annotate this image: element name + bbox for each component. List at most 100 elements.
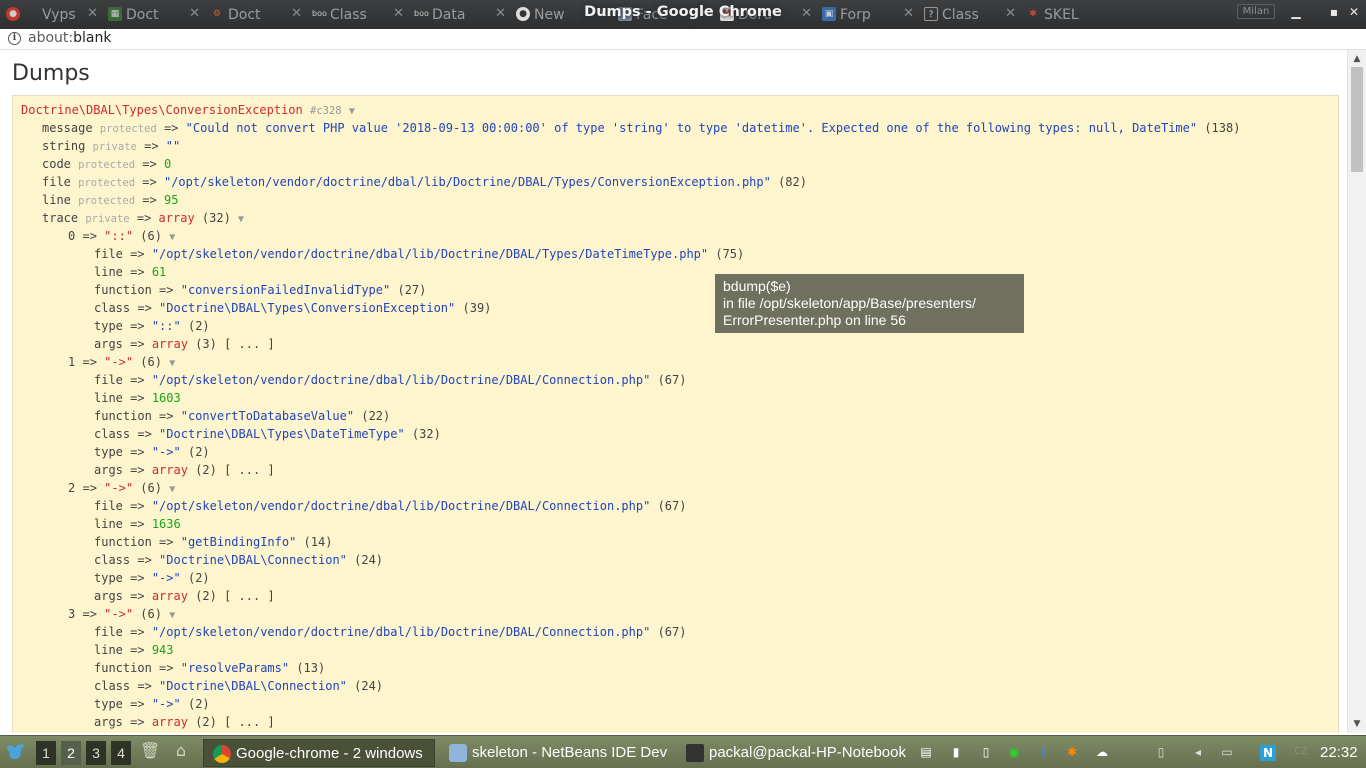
browser-tab[interactable]: boo Data ✕	[410, 0, 512, 29]
bluetooth-icon[interactable]: ᛒ	[1036, 744, 1052, 760]
scroll-thumb[interactable]	[1351, 67, 1363, 172]
trace-item-header[interactable]: 1 => "->" (6) ▼	[68, 353, 175, 371]
taskbar-terminal[interactable]: packal@packal-HP-Notebook	[677, 739, 909, 767]
workspace-3[interactable]: 3	[86, 741, 106, 765]
browser-tab[interactable]: boo Class ✕	[308, 0, 410, 29]
tab-label: Data	[432, 6, 466, 23]
trace-item-header[interactable]: 2 => "->" (6) ▼	[68, 479, 175, 497]
menu-bird-icon[interactable]	[4, 740, 28, 766]
tooltip-line: bdump($e)	[723, 278, 791, 294]
trace-args[interactable]: args => array (2) [ ... ]	[94, 461, 275, 479]
page-icon	[618, 7, 632, 21]
toggle-icon[interactable]: ▼	[169, 484, 175, 495]
toggle-icon[interactable]: ▼	[238, 214, 244, 225]
help-icon: ?	[924, 7, 938, 21]
tab-close-icon[interactable]: ✕	[189, 6, 200, 21]
tab-close-icon[interactable]: ✕	[87, 6, 98, 21]
url-path: blank	[73, 30, 112, 46]
prop-trace[interactable]: trace private => array (32) ▼	[42, 209, 244, 227]
trace-item-header[interactable]: 3 => "->" (6) ▼	[68, 605, 175, 623]
browser-tab[interactable]: ▣ Forp ✕	[818, 0, 920, 29]
trace-item-header[interactable]: 0 => "::" (6) ▼	[68, 227, 175, 245]
trace-class: class => "Doctrine\DBAL\Types\Conversion…	[94, 301, 492, 315]
boo-icon: boo	[414, 9, 429, 18]
trace-line: line => 61	[94, 265, 167, 279]
home-icon[interactable]: ⌂	[173, 743, 189, 759]
toggle-icon[interactable]: ▼	[349, 106, 355, 117]
taskbar-netbeans[interactable]: skeleton - NetBeans IDE Dev	[440, 739, 672, 767]
workspace-4[interactable]: 4	[111, 741, 131, 765]
tab-close-icon[interactable]: ✕	[393, 6, 404, 21]
trace-file: file => "/opt/skeleton/vendor/doctrine/d…	[94, 499, 687, 513]
trash-icon[interactable]: 🗑	[140, 743, 160, 759]
dump-root[interactable]: Doctrine\DBAL\Types\ConversionException …	[21, 101, 355, 119]
tab-label: Doru	[738, 6, 772, 23]
n-badge[interactable]: N	[1260, 745, 1276, 761]
scroll-down-icon[interactable]: ▼	[1352, 719, 1362, 729]
window-title-bar: ● Vyps ✕ ▦ Doct ✕ ⚙ Doct ✕ boo Class ✕ b…	[0, 0, 1366, 29]
screen-icon[interactable]: ▭	[1219, 744, 1235, 760]
browser-tab[interactable]: ✱ SKEL	[1022, 0, 1102, 29]
tab-close-icon[interactable]: ✕	[597, 6, 608, 21]
taskbar-chrome[interactable]: Google-chrome - 2 windows	[203, 739, 435, 767]
browser-tab[interactable]: M Doru ✕	[716, 0, 818, 29]
browser-tab[interactable]: ? Class ✕	[920, 0, 1022, 29]
tab-close-icon[interactable]: ✕	[699, 6, 710, 21]
tab-close-icon[interactable]: ✕	[1005, 6, 1016, 21]
settings-icon: ⚙	[212, 9, 222, 19]
clipboard-icon[interactable]: ▯	[978, 744, 994, 760]
browser-tab[interactable]: ▦ Doct ✕	[104, 0, 206, 29]
clock[interactable]: 22:32	[1320, 739, 1358, 767]
trace-args[interactable]: args => array (2) [ ... ]	[94, 713, 275, 731]
trace-args[interactable]: args => array (3) [ ... ]	[94, 335, 275, 353]
workspace-1[interactable]: 1	[36, 741, 56, 765]
tab-label: Vyps	[42, 6, 76, 23]
scroll-up-icon[interactable]: ▲	[1352, 54, 1362, 64]
usb-icon[interactable]: ▯	[1153, 744, 1169, 760]
tab-close-icon[interactable]: ✕	[801, 6, 812, 21]
sheet-icon: ▦	[108, 7, 122, 21]
media-icon[interactable]: ◉	[1006, 744, 1022, 760]
tooltip-line: ErrorPresenter.php on line 56	[723, 312, 906, 328]
boo-icon: boo	[312, 9, 327, 18]
tab-label: Forp	[840, 6, 871, 23]
trace-args[interactable]: args => array (2) [ ... ]	[94, 587, 275, 605]
tooltip-line: in file /opt/skeleton/app/Base/presenter…	[723, 295, 976, 311]
minimize-button[interactable]: ▁	[1287, 3, 1305, 21]
tab-close-icon[interactable]: ✕	[291, 6, 302, 21]
cloud-icon[interactable]: ☁	[1094, 744, 1110, 760]
url-text[interactable]: about:blank	[28, 30, 111, 46]
network-icon[interactable]: ▮	[948, 744, 964, 760]
vertical-scrollbar[interactable]: ▲ ▼	[1347, 50, 1366, 733]
browser-tab[interactable]: ⚙ Doct ✕	[206, 0, 308, 29]
prop-message: message protected => "Could not convert …	[42, 121, 1241, 135]
close-button[interactable]: ✕	[1345, 3, 1363, 21]
trace-function: function => "resolveParams" (13)	[94, 661, 326, 675]
updates-icon[interactable]: ✱	[1064, 744, 1080, 760]
page-content: Dumps Doctrine\DBAL\Types\ConversionExce…	[0, 50, 1347, 733]
browser-tab[interactable]: ● Vyps ✕	[0, 0, 104, 29]
toggle-icon[interactable]: ▼	[169, 358, 175, 369]
keyboard-layout[interactable]: CZ	[1290, 744, 1312, 760]
notes-icon[interactable]: ▤	[918, 744, 934, 760]
tab-label: Face	[636, 6, 668, 23]
dump-panel: Doctrine\DBAL\Types\ConversionException …	[12, 95, 1339, 733]
trace-file: file => "/opt/skeleton/vendor/doctrine/d…	[94, 373, 687, 387]
trace-type: type => "->" (2)	[94, 445, 210, 459]
tab-close-icon[interactable]: ✕	[495, 6, 506, 21]
toggle-icon[interactable]: ▼	[169, 232, 175, 243]
tab-close-icon[interactable]: ✕	[903, 6, 914, 21]
trace-line: line => 1636	[94, 517, 181, 531]
browser-tab[interactable]: Face ✕	[614, 0, 716, 29]
gmail-icon: M	[720, 7, 734, 21]
volume-icon[interactable]: ◂	[1190, 744, 1206, 760]
workspace-2[interactable]: 2	[61, 741, 81, 765]
object-ref: #c328	[310, 105, 342, 117]
profile-badge[interactable]: Milan	[1237, 4, 1275, 19]
toggle-icon[interactable]: ▼	[169, 610, 175, 621]
address-bar[interactable]: i about:blank	[0, 29, 1366, 50]
info-icon[interactable]: i	[8, 32, 21, 45]
tab-strip: ● Vyps ✕ ▦ Doct ✕ ⚙ Doct ✕ boo Class ✕ b…	[0, 0, 1102, 29]
maximize-button[interactable]: ▪	[1325, 3, 1343, 21]
browser-tab[interactable]: ● New ✕	[512, 0, 614, 29]
